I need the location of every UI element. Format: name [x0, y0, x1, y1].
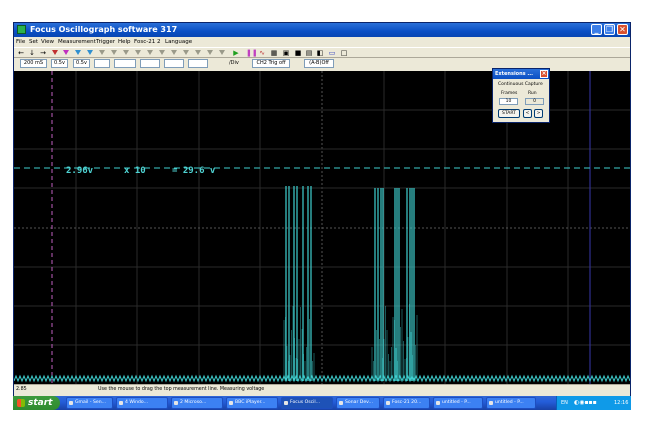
extensions-title: Extensions ...: [495, 71, 534, 77]
prev-frame-button[interactable]: <: [523, 109, 532, 118]
start-label: start: [28, 398, 53, 408]
trigger-marker-icon[interactable]: [52, 50, 58, 55]
menu-view[interactable]: View: [41, 37, 54, 47]
marker-icon[interactable]: [195, 50, 201, 55]
run-label: Run: [528, 91, 537, 96]
marker-c-icon[interactable]: [87, 50, 93, 55]
menu-measurement[interactable]: Measurement: [58, 37, 96, 47]
title-bar[interactable]: Focus Oscillograph software 317 _ ❐ ✕: [14, 23, 630, 37]
app-icon: [17, 25, 26, 34]
maximize-button[interactable]: ❐: [604, 24, 615, 35]
menu-fosc[interactable]: Fosc-21 2: [134, 37, 160, 47]
language-indicator[interactable]: EN: [561, 396, 568, 410]
marker-icon[interactable]: [207, 50, 213, 55]
marker-b-icon[interactable]: [75, 50, 81, 55]
windows-logo-icon: [17, 399, 25, 407]
marker-icon[interactable]: [159, 50, 165, 55]
measured-voltage: 2.96v: [66, 166, 94, 176]
marker-icon[interactable]: [111, 50, 117, 55]
div-label: /Div: [229, 60, 239, 66]
continuous-capture-label: Continuous Capture: [498, 82, 543, 87]
start-capture-button[interactable]: START: [498, 109, 520, 118]
timebase-field[interactable]: 200 mS: [20, 59, 47, 68]
taskbar: start Gmail - Sen... 4 Windo... 2 Micros…: [13, 396, 631, 410]
menu-help[interactable]: Help: [118, 37, 131, 47]
start-button[interactable]: start: [13, 396, 60, 410]
task-fosc21[interactable]: Fosc-21 20...: [383, 397, 430, 409]
trigger-status-field[interactable]: CH2 Trig off: [252, 59, 290, 68]
settings-field[interactable]: [94, 59, 110, 68]
minimize-button[interactable]: _: [591, 24, 602, 35]
window-title: Focus Oscillograph software 317: [30, 25, 178, 34]
marker-a-icon[interactable]: [63, 50, 69, 55]
wave-icon[interactable]: ∿: [258, 49, 266, 57]
status-value: 2.85: [16, 387, 27, 392]
extensions-title-bar[interactable]: Extensions ... ×: [493, 69, 549, 79]
settings-field[interactable]: [188, 59, 208, 68]
scaled-voltage: = 29.6 v: [172, 166, 216, 176]
frames-label: Frames: [501, 91, 518, 96]
menu-file[interactable]: File: [16, 37, 25, 47]
arrow-right-icon[interactable]: →: [40, 49, 46, 57]
task-windows[interactable]: 4 Windo...: [116, 397, 168, 409]
arrow-down-icon[interactable]: ↓: [29, 49, 35, 57]
window-icon[interactable]: ▣: [282, 49, 290, 57]
menu-set[interactable]: Set: [29, 37, 38, 47]
play-icon[interactable]: ▶: [232, 49, 240, 57]
settings-field[interactable]: [140, 59, 160, 68]
run-counter: 0: [525, 98, 544, 105]
print-icon[interactable]: ▤: [305, 49, 313, 57]
system-tray: EN ◐◉▪▪▪ 12:16: [556, 396, 631, 410]
menu-trigger[interactable]: Trigger: [96, 37, 115, 47]
clock: 12:16: [614, 400, 629, 406]
tray-icons[interactable]: ◐◉▪▪▪: [574, 396, 597, 410]
settings-field[interactable]: [164, 59, 184, 68]
task-bbc-iplayer[interactable]: BBC iPlayer...: [226, 397, 278, 409]
probe-multiplier: x 10: [124, 166, 146, 176]
task-focus-oscil[interactable]: Focus Oscil...: [281, 397, 333, 409]
task-untitled-2[interactable]: untitled - P...: [486, 397, 536, 409]
ch1-volts-field[interactable]: 0.5v: [51, 59, 68, 68]
settings-field[interactable]: [114, 59, 136, 68]
screen-icon[interactable]: □: [340, 49, 348, 57]
frames-input[interactable]: 10: [499, 98, 518, 105]
close-button[interactable]: ✕: [617, 24, 628, 35]
marker-icon[interactable]: [99, 50, 105, 55]
marker-icon[interactable]: [219, 50, 225, 55]
task-sonar[interactable]: Sonar Dev...: [336, 397, 380, 409]
status-message: Use the mouse to drag the top measuremen…: [98, 387, 265, 392]
save-icon[interactable]: ■: [294, 49, 302, 57]
toolbar-icons: ← ↓ → ▶ ❚❚ ∿ ▦ ▣ ■ ▤ ◧ ▭ □: [14, 47, 630, 58]
layout-icon[interactable]: ▭: [328, 49, 336, 57]
task-microsoft[interactable]: 2 Microso...: [171, 397, 223, 409]
marker-icon[interactable]: [183, 50, 189, 55]
arrow-left-icon[interactable]: ←: [18, 49, 24, 57]
grid-icon[interactable]: ▦: [270, 49, 278, 57]
marker-icon[interactable]: [147, 50, 153, 55]
menu-language[interactable]: Language: [165, 37, 192, 47]
marker-icon[interactable]: [135, 50, 141, 55]
status-bar: 2.85 Use the mouse to drag the top measu…: [14, 384, 630, 396]
extensions-dialog: Extensions ... × Continuous Capture Fram…: [492, 68, 550, 123]
marker-icon[interactable]: [171, 50, 177, 55]
task-untitled-1[interactable]: untitled - P...: [433, 397, 483, 409]
ch2-volts-field[interactable]: 0.5v: [73, 59, 90, 68]
next-frame-button[interactable]: >: [534, 109, 543, 118]
task-gmail[interactable]: Gmail - Sen...: [66, 397, 113, 409]
marker-icon[interactable]: [123, 50, 129, 55]
extensions-close-button[interactable]: ×: [540, 70, 548, 78]
menu-bar: File Set View Measurement Trigger Help F…: [14, 37, 630, 47]
pause-icon[interactable]: ❚❚: [246, 49, 258, 57]
math-status-field[interactable]: (A-B)Off: [304, 59, 334, 68]
color-icon[interactable]: ◧: [316, 49, 324, 57]
